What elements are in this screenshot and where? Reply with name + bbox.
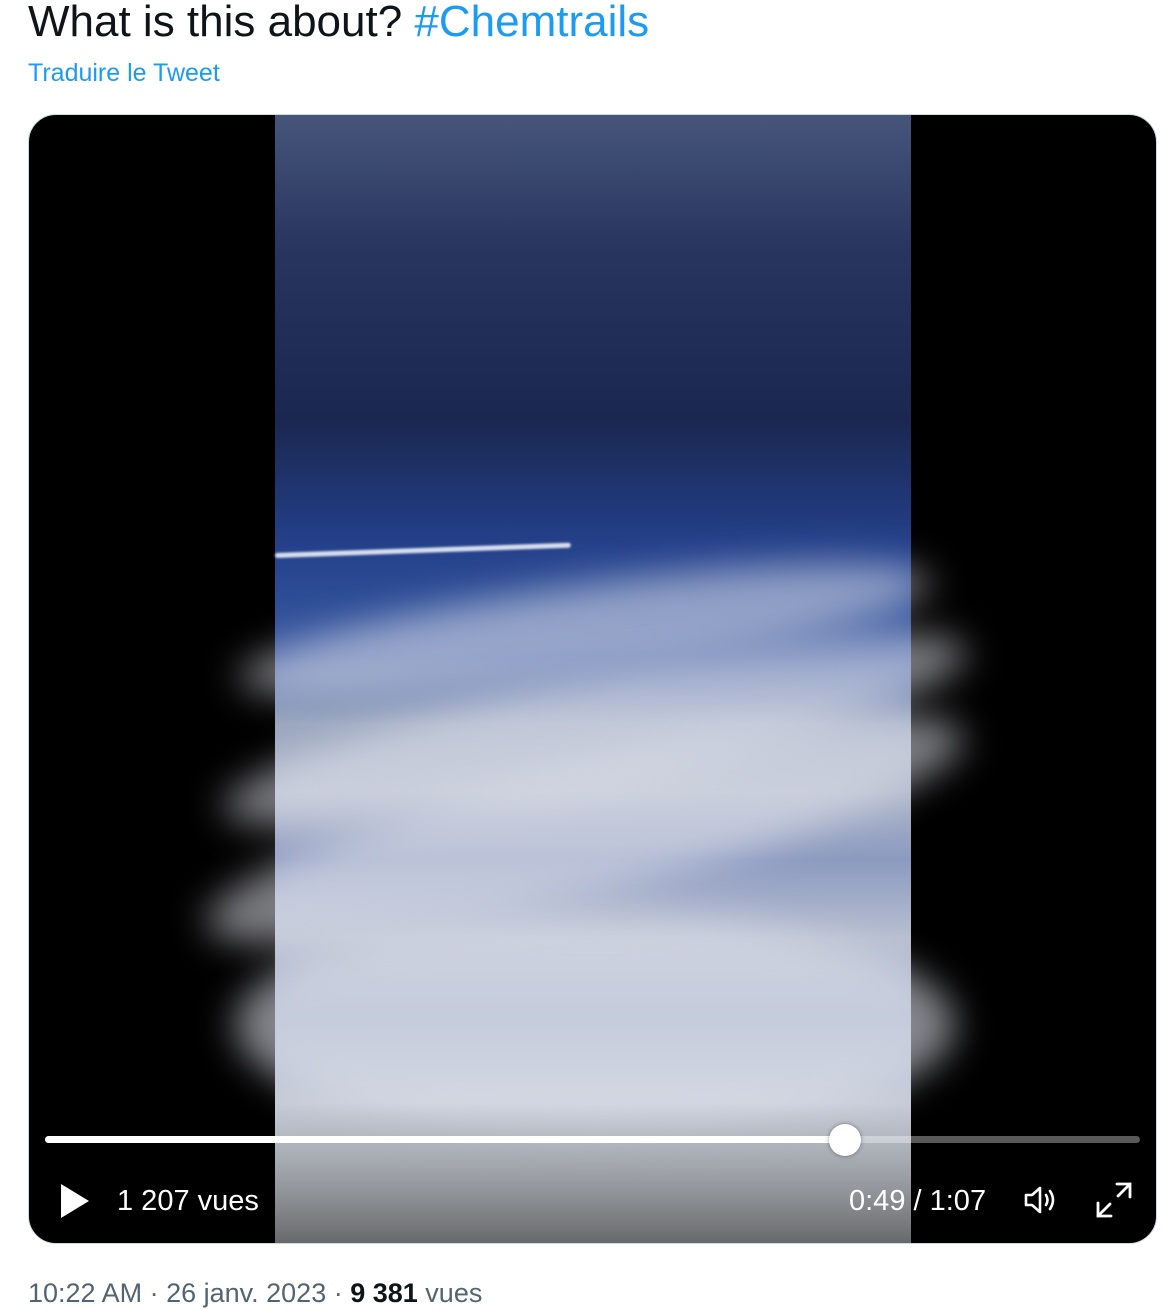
video-frame	[190, 115, 980, 1243]
video-time: 0:49 / 1:07	[849, 1183, 986, 1219]
translate-tweet-link[interactable]: Traduire le Tweet	[28, 58, 220, 88]
progress-fill	[45, 1136, 846, 1143]
fullscreen-icon	[1096, 1182, 1132, 1218]
meta-separator-2: ·	[326, 1278, 351, 1308]
volume-button[interactable]	[1021, 1179, 1063, 1221]
play-button[interactable]	[57, 1181, 93, 1221]
progress-thumb[interactable]	[829, 1123, 862, 1156]
tweet-text: What is this about? #Chemtrails	[28, 0, 649, 50]
tweet-date[interactable]: 26 janv. 2023	[166, 1278, 326, 1308]
current-time: 0:49	[849, 1185, 906, 1217]
time-separator: /	[905, 1185, 930, 1217]
meta-separator: ·	[142, 1278, 167, 1308]
contrail	[274, 542, 571, 558]
hashtag-link[interactable]: #Chemtrails	[414, 0, 649, 46]
video-player[interactable]: 1 207 vues 0:49 / 1:07	[28, 114, 1157, 1244]
progress-bar[interactable]	[45, 1123, 1140, 1156]
fullscreen-button[interactable]	[1093, 1179, 1135, 1221]
video-views: 1 207 vues	[117, 1185, 259, 1217]
play-icon	[61, 1184, 89, 1218]
tweet-views-count: 9 381	[350, 1278, 418, 1308]
volume-icon	[1024, 1186, 1055, 1214]
duration: 1:07	[929, 1185, 987, 1217]
tweet-views-unit: vues	[417, 1278, 483, 1308]
video-controls: 1 207 vues 0:49 / 1:07	[29, 1175, 1156, 1225]
tweet-meta: 10:22 AM · 26 janv. 2023 · 9 381 vues	[28, 1276, 482, 1310]
tweet-time[interactable]: 10:22 AM	[28, 1278, 142, 1308]
tweet-body: What is this about?	[28, 0, 415, 46]
